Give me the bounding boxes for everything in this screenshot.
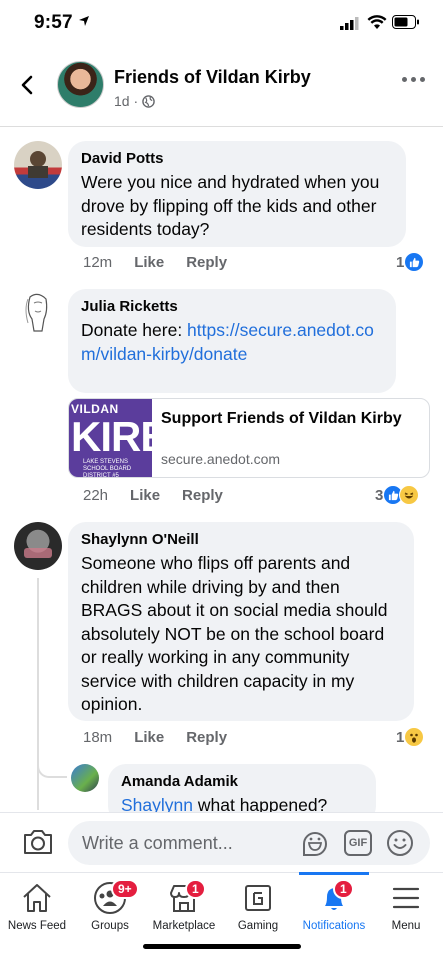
tab-groups[interactable]: 9+ Groups — [73, 873, 147, 943]
post-time: 1d · — [114, 93, 139, 109]
globe-icon — [142, 94, 155, 108]
tab-label: Menu — [391, 920, 421, 932]
comment-actions: 12m Like Reply — [83, 254, 227, 271]
page-avatar[interactable] — [57, 61, 104, 108]
comment-input-placeholder: Write a comment... — [82, 833, 233, 853]
comment-composer: Write a comment... GIF — [0, 812, 443, 870]
link-preview-card[interactable]: VILDAN KIRBY LAKE STEVENS SCHOOL BOARD D… — [68, 398, 430, 478]
status-bar: 9:57 — [0, 0, 443, 48]
post-header: Friends of Vildan Kirby 1d · — [0, 55, 443, 127]
reply-connector-line — [37, 756, 67, 778]
avatar[interactable] — [14, 289, 62, 337]
comment-author[interactable]: Shaylynn O'Neill — [81, 531, 401, 549]
reaction-summary[interactable]: 1 — [396, 252, 425, 272]
home-indicator[interactable] — [143, 944, 301, 949]
camera-icon[interactable] — [22, 828, 54, 856]
reply-thread-line — [37, 578, 39, 810]
tab-notifications[interactable]: 1 Notifications — [297, 872, 371, 943]
haha-reaction-icon — [399, 485, 420, 505]
home-icon — [23, 884, 51, 912]
tab-marketplace[interactable]: 1 Marketplace — [147, 873, 221, 943]
post-meta: 1d · — [114, 93, 155, 109]
status-time: 9:57 — [34, 12, 73, 33]
link-preview-title: Support Friends of Vildan Kirby — [161, 410, 402, 427]
comment-time: 18m — [83, 729, 113, 746]
reaction-count: 1 — [396, 253, 405, 271]
reaction-summary[interactable]: 3 — [375, 485, 420, 505]
comment-text-prefix: Donate here: — [81, 320, 188, 340]
location-arrow-icon — [79, 16, 89, 26]
comment-bubble: Julia Ricketts Donate here: https://secu… — [68, 289, 396, 393]
comment-author[interactable]: Julia Ricketts — [81, 298, 383, 316]
link-preview-thumbnail: VILDAN KIRBY LAKE STEVENS SCHOOL BOARD D… — [69, 399, 198, 478]
reaction-count: 3 — [375, 486, 384, 504]
like-button[interactable]: Like — [134, 729, 164, 746]
sticker-icon[interactable] — [300, 829, 330, 859]
comment-time: 12m — [83, 254, 113, 271]
comment-text: Were you nice and hydrated when you drov… — [81, 172, 380, 239]
notification-badge: 9+ — [111, 879, 139, 899]
wifi-icon — [367, 15, 387, 29]
notification-badge: 1 — [333, 879, 354, 899]
like-reaction-icon — [404, 252, 425, 272]
like-button[interactable]: Like — [130, 487, 160, 504]
like-button[interactable]: Like — [134, 254, 164, 271]
thumb-sub-text: LAKE STEVENS SCHOOL BOARD DISTRICT #5 — [83, 459, 132, 478]
gaming-icon — [245, 885, 271, 911]
tab-news-feed[interactable]: News Feed — [0, 873, 74, 943]
comment-text: Someone who flips off parents and childr… — [81, 553, 388, 714]
reaction-count: 1 — [396, 728, 405, 746]
avatar[interactable] — [14, 141, 62, 189]
comment-bubble: David Potts Were you nice and hydrated w… — [68, 141, 406, 247]
link-preview-domain: secure.anedot.com — [161, 451, 281, 467]
more-options-icon[interactable] — [402, 77, 425, 82]
reply-button[interactable]: Reply — [182, 487, 223, 504]
tab-gaming[interactable]: Gaming — [221, 873, 295, 943]
avatar[interactable] — [14, 522, 62, 570]
cellular-signal-icon — [340, 17, 359, 30]
battery-icon — [392, 15, 419, 29]
avatar[interactable] — [71, 764, 99, 792]
comment-text: Donate here: https://secure.anedot.com/v… — [81, 319, 383, 366]
comment-author[interactable]: David Potts — [81, 150, 393, 168]
reply-button[interactable]: Reply — [186, 254, 227, 271]
comment-author[interactable]: Amanda Adamik — [121, 773, 363, 791]
comment-actions: 22h Like Reply — [83, 487, 223, 504]
tab-menu[interactable]: Menu — [369, 873, 443, 943]
gif-button[interactable]: GIF — [344, 830, 372, 856]
comment-actions: 18m Like Reply — [83, 729, 227, 746]
comment-time: 22h — [83, 487, 109, 504]
page-title[interactable]: Friends of Vildan Kirby — [114, 67, 311, 88]
emoji-icon[interactable] — [386, 829, 414, 857]
back-arrow-icon[interactable] — [18, 75, 38, 95]
notification-badge: 1 — [185, 879, 206, 899]
comment-bubble: Shaylynn O'Neill Someone who flips off p… — [68, 522, 414, 721]
reply-button[interactable]: Reply — [186, 729, 227, 746]
wow-reaction-icon — [404, 727, 425, 747]
reaction-summary[interactable]: 1 — [396, 727, 425, 747]
comment-input[interactable]: Write a comment... GIF — [68, 821, 430, 865]
menu-icon — [392, 887, 420, 909]
